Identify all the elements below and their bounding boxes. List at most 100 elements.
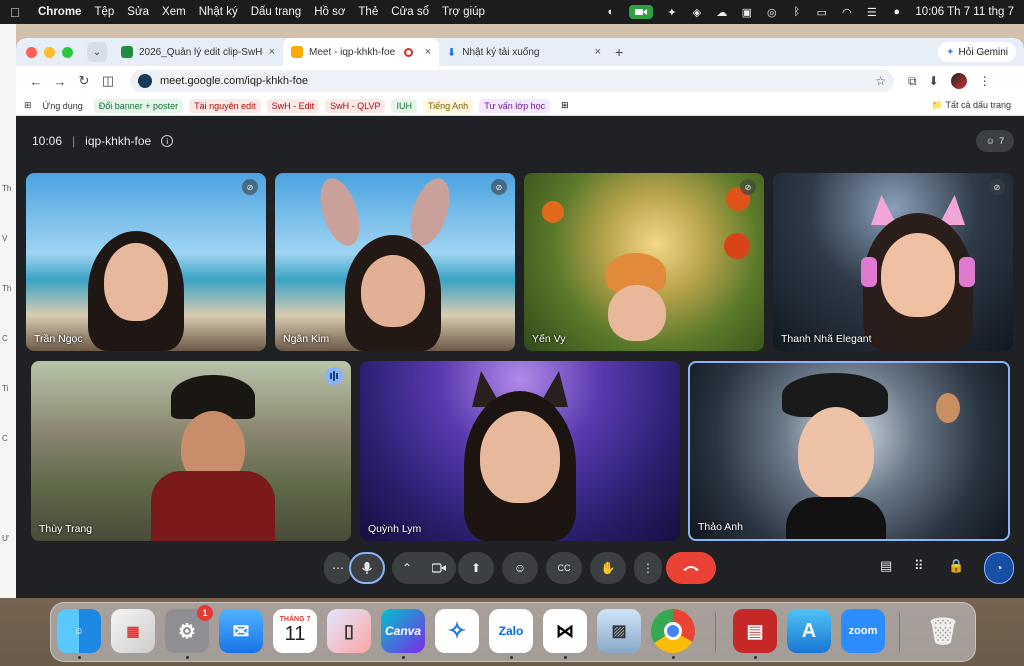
safari-icon[interactable]: ✧	[435, 609, 479, 653]
ask-gemini-button[interactable]: ✦ Hỏi Gemini	[938, 42, 1016, 62]
new-tab-button[interactable]: +	[615, 44, 623, 60]
bluetooth-icon[interactable]: ᛒ	[790, 6, 803, 19]
profile-avatar[interactable]	[950, 73, 967, 89]
url-text[interactable]: meet.google.com/iqp-khkh-foe	[160, 75, 308, 87]
minimize-window-button[interactable]	[44, 46, 55, 58]
close-tab-icon[interactable]: ×	[425, 46, 431, 58]
menu-file[interactable]: Tệp	[94, 6, 114, 18]
all-bookmarks[interactable]: 📁 Tất cả dấu trang	[927, 98, 1016, 113]
menu-tab[interactable]: Thẻ	[358, 6, 378, 18]
menu-bookmarks[interactable]: Dấu trang	[251, 6, 302, 18]
back-icon[interactable]: ←	[24, 74, 48, 89]
menubar-clock[interactable]: 10:06 Th 7 11 thg 7	[915, 6, 1014, 18]
bookmark-swh-qlvp[interactable]: SwH - QLVP	[325, 98, 386, 113]
photo-booth-icon[interactable]: ▤	[733, 609, 777, 653]
chat-icon[interactable]: ▤	[880, 558, 892, 574]
captions-button[interactable]: CC	[546, 552, 582, 584]
battery-icon[interactable]: ▭	[815, 6, 828, 19]
calendar-icon[interactable]: THÁNG 7 11	[273, 609, 317, 653]
video-tile[interactable]: ⊘ Yến Vy	[524, 173, 764, 351]
present-screen-button[interactable]: ⬆	[458, 552, 494, 584]
menu-app-name[interactable]: Chrome	[38, 6, 81, 18]
downloads-icon[interactable]: ⬇	[929, 74, 939, 88]
close-tab-icon[interactable]: ×	[269, 46, 275, 58]
video-tile[interactable]: Quỳnh Lym	[360, 361, 680, 541]
launchpad-icon[interactable]: ▦	[111, 609, 155, 653]
site-info-icon[interactable]	[138, 74, 152, 88]
siri-icon[interactable]: ●	[890, 6, 903, 19]
zoom-window-button[interactable]	[62, 46, 73, 58]
trash-icon[interactable]: 🗑	[921, 609, 965, 653]
control-center-icon[interactable]: ☰	[865, 6, 878, 19]
app-store-icon[interactable]: A	[787, 609, 831, 653]
wifi-icon[interactable]: ◠	[840, 6, 853, 19]
zalo-icon[interactable]: Zalo	[489, 609, 533, 653]
capcut-icon[interactable]: ⋈	[543, 609, 587, 653]
airdrop-icon[interactable]: ◎	[765, 6, 778, 19]
sparkle-icon[interactable]: ✦	[665, 6, 678, 19]
menu-window[interactable]: Cửa sổ	[391, 6, 429, 18]
menu-profiles[interactable]: Hồ sơ	[314, 6, 345, 18]
reactions-button[interactable]: ☺	[502, 552, 538, 584]
chrome-menu-icon[interactable]: ⋮	[979, 74, 991, 88]
bookmark-english[interactable]: Tiếng Anh	[422, 98, 474, 113]
extensions-icon[interactable]: ⧉	[908, 74, 917, 89]
menu-view[interactable]: Xem	[162, 6, 186, 18]
participants-button[interactable]: ☺ 7	[976, 130, 1014, 152]
iphone-mirroring-icon[interactable]: ▯	[327, 609, 371, 653]
host-controls-icon[interactable]: 🔒	[948, 558, 964, 574]
preview-icon[interactable]: ▨	[597, 609, 641, 653]
info-icon[interactable]: i	[161, 135, 174, 147]
vpn-icon[interactable]: ◈	[690, 6, 703, 19]
forward-icon[interactable]: →	[48, 74, 72, 89]
mail-icon[interactable]: ✉	[219, 609, 263, 653]
finder-icon[interactable]: ☺	[57, 609, 101, 653]
cloud-icon[interactable]: ☁	[715, 6, 728, 19]
zoom-icon[interactable]: zoom	[841, 609, 885, 653]
side-panel-icon[interactable]: ◫	[96, 73, 120, 89]
tab-search-button[interactable]: ⌄	[87, 42, 107, 62]
tray-app-icon[interactable]: ◐	[604, 6, 617, 19]
address-bar[interactable]: meet.google.com/iqp-khkh-foe ☆	[130, 70, 894, 92]
menu-history[interactable]: Nhật ký	[199, 6, 238, 18]
system-settings-icon[interactable]: ⚙ 1	[165, 605, 213, 653]
clipboard-icon[interactable]: ▣	[740, 6, 753, 19]
apps-grid-icon[interactable]: ⊞	[24, 100, 32, 111]
more-mic-options-icon[interactable]: ⋯	[324, 552, 352, 584]
canva-icon[interactable]: Canva	[381, 609, 425, 653]
bookmark-resources[interactable]: Tài nguyên edit	[189, 98, 261, 113]
bookmark-banner[interactable]: Đổi banner + poster	[93, 98, 184, 113]
reload-icon[interactable]: ↻	[72, 73, 96, 89]
video-tile[interactable]: ⊘ Thanh Nhã Elegant	[773, 173, 1013, 351]
raise-hand-button[interactable]: ✋	[590, 552, 626, 584]
bookmark-grid-icon[interactable]: ⊞	[556, 98, 574, 113]
mic-button[interactable]	[349, 552, 385, 584]
chevron-up-icon[interactable]: ⌃	[402, 561, 412, 575]
tab-meet[interactable]: Meet - iqp-khkh-foe ×	[283, 38, 439, 66]
bookmark-apps[interactable]: Ứng dụng	[38, 99, 88, 113]
camera-button[interactable]: ⌃	[392, 552, 456, 584]
menu-help[interactable]: Trợ giúp	[442, 6, 485, 18]
tab-sheets[interactable]: 2026_Quản lý edit clip-SwH ×	[113, 38, 283, 66]
video-tile[interactable]: Thùy Trang	[31, 361, 351, 541]
bookmark-star-icon[interactable]: ☆	[875, 74, 886, 88]
bookmark-consulting[interactable]: Tư vấn lớp học	[479, 98, 551, 113]
clock-widget-icon[interactable]: ◔	[984, 552, 1014, 584]
more-options-button[interactable]: ⋮	[634, 552, 662, 584]
bookmark-iuh[interactable]: IUH	[391, 98, 417, 113]
background-window[interactable]: Th V Th C Ti C Ư	[0, 24, 16, 598]
video-tile[interactable]: ⊘ Ngân Kim	[275, 173, 515, 351]
camera-in-use-icon[interactable]	[629, 5, 654, 19]
activities-icon[interactable]: ⠿	[914, 558, 924, 574]
tab-downloads[interactable]: ⬇ Nhật ký tải xuống ×	[439, 38, 609, 66]
close-window-button[interactable]	[26, 46, 37, 58]
video-tile[interactable]: Thảo Anh	[688, 361, 1010, 541]
leave-call-button[interactable]	[666, 552, 716, 584]
video-tile[interactable]: ⊘ Trần Ngọc	[26, 173, 266, 351]
bookmark-swh-edit[interactable]: SwH - Edit	[266, 98, 320, 113]
close-tab-icon[interactable]: ×	[595, 46, 601, 58]
menu-edit[interactable]: Sửa	[127, 6, 149, 18]
chrome-icon[interactable]	[651, 609, 695, 653]
apple-icon[interactable]: 	[10, 5, 24, 20]
monkey-sticker-filter	[936, 393, 960, 423]
